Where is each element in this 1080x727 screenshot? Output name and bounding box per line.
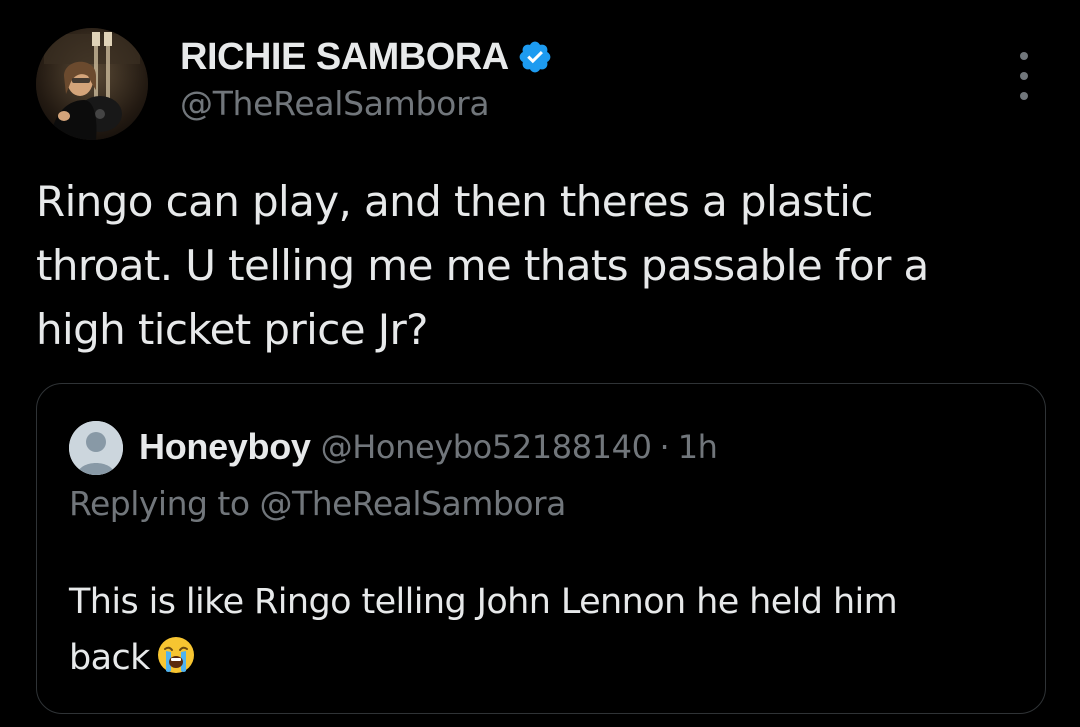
tweet-text: Ringo can play, and then theres a plasti… — [36, 170, 1056, 362]
author-name[interactable]: RICHIE SAMBORA — [180, 36, 509, 79]
author-name-row[interactable]: RICHIE SAMBORA — [180, 34, 553, 80]
loudly-crying-face-icon — [156, 635, 196, 675]
tweet: RICHIE SAMBORA @TheRealSambora Ringo can… — [0, 0, 1080, 727]
tweet-text-line: high ticket price Jr? — [36, 305, 428, 354]
author-avatar[interactable] — [36, 28, 148, 140]
replying-handle-link[interactable]: @TheRealSambora — [260, 484, 567, 523]
quoted-text-line: This is like Ringo telling John Lennon h… — [69, 582, 898, 622]
quoted-tweet-text: This is like Ringo telling John Lennon h… — [69, 574, 1019, 686]
author-avatar-image — [36, 28, 148, 140]
quoted-tweet-card[interactable]: Honeyboy @Honeybo52188140 · 1h Replying … — [36, 383, 1046, 714]
default-avatar-icon[interactable] — [69, 421, 123, 475]
replying-prefix: Replying to — [69, 484, 250, 523]
more-options-icon[interactable] — [1008, 52, 1040, 100]
more-dot — [1020, 72, 1028, 80]
quoted-text-line: back — [69, 630, 1019, 686]
more-dot — [1020, 92, 1028, 100]
quoted-author-handle[interactable]: @Honeybo52188140 — [321, 428, 652, 466]
quoted-author-name[interactable]: Honeyboy — [139, 426, 311, 468]
quoted-tweet-header: Honeyboy @Honeybo52188140 · 1h — [139, 422, 718, 472]
tweet-text-line: throat. U telling me me thats passable f… — [36, 241, 929, 290]
tweet-text-line: Ringo can play, and then theres a plasti… — [36, 177, 873, 226]
quoted-text-line-content: back — [69, 638, 150, 678]
separator-dot: · — [659, 428, 670, 466]
quoted-timestamp[interactable]: 1h — [678, 428, 718, 466]
replying-to: Replying to @TheRealSambora — [69, 484, 566, 523]
more-dot — [1020, 52, 1028, 60]
verified-badge-icon — [517, 39, 553, 75]
author-handle[interactable]: @TheRealSambora — [180, 84, 490, 123]
